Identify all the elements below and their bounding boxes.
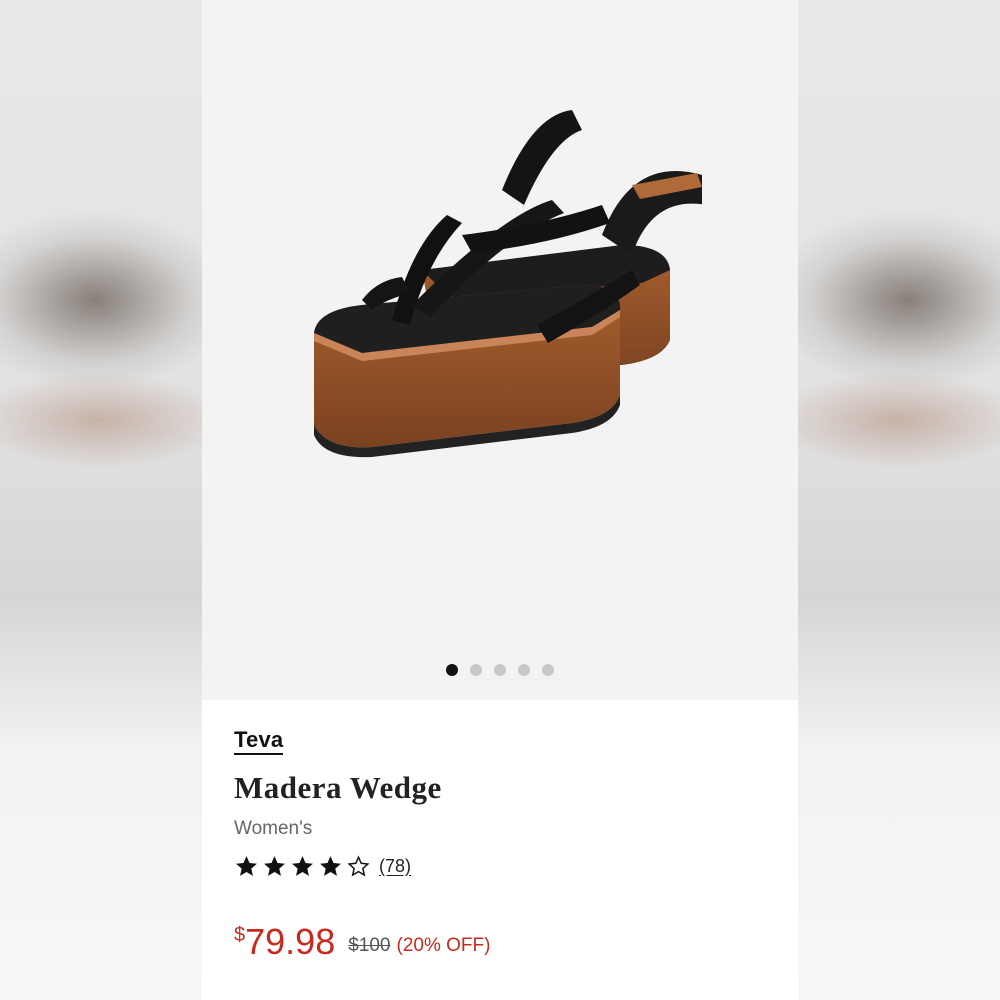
brand-link[interactable]: Teva xyxy=(234,728,284,755)
star-filled-icon xyxy=(236,855,257,876)
discount-label: (20% OFF) xyxy=(396,935,491,956)
product-rating[interactable]: (78) xyxy=(234,852,774,880)
price-row: $ 79.98 $100 (20% OFF) xyxy=(234,922,490,962)
product-gender: Women's xyxy=(234,818,313,839)
sandal-image xyxy=(314,110,702,458)
carousel-dot-4[interactable] xyxy=(518,664,530,676)
carousel-pagination[interactable] xyxy=(202,662,798,678)
star-rating xyxy=(234,854,371,879)
price-currency: $ xyxy=(234,924,246,946)
product-card[interactable]: Teva Madera Wedge Women's (78) $ 79.98 $… xyxy=(202,0,798,1000)
blurred-background-right xyxy=(798,0,1000,1000)
product-image-carousel[interactable] xyxy=(202,0,798,700)
original-price: $100 xyxy=(348,935,391,956)
star-filled-icon xyxy=(320,855,341,876)
carousel-dot-2[interactable] xyxy=(470,664,482,676)
carousel-dot-5[interactable] xyxy=(542,664,554,676)
star-filled-icon xyxy=(292,855,313,876)
product-info: Teva Madera Wedge Women's (78) xyxy=(234,728,774,880)
star-filled-icon xyxy=(264,855,285,876)
sale-price: 79.98 xyxy=(245,921,336,962)
star-empty-icon xyxy=(347,854,370,877)
carousel-dot-3[interactable] xyxy=(494,664,506,676)
carousel-dot-1[interactable] xyxy=(446,664,458,676)
product-name: Madera Wedge xyxy=(234,770,442,805)
review-count-link[interactable]: (78) xyxy=(379,856,411,877)
blurred-background-left xyxy=(0,0,202,1000)
